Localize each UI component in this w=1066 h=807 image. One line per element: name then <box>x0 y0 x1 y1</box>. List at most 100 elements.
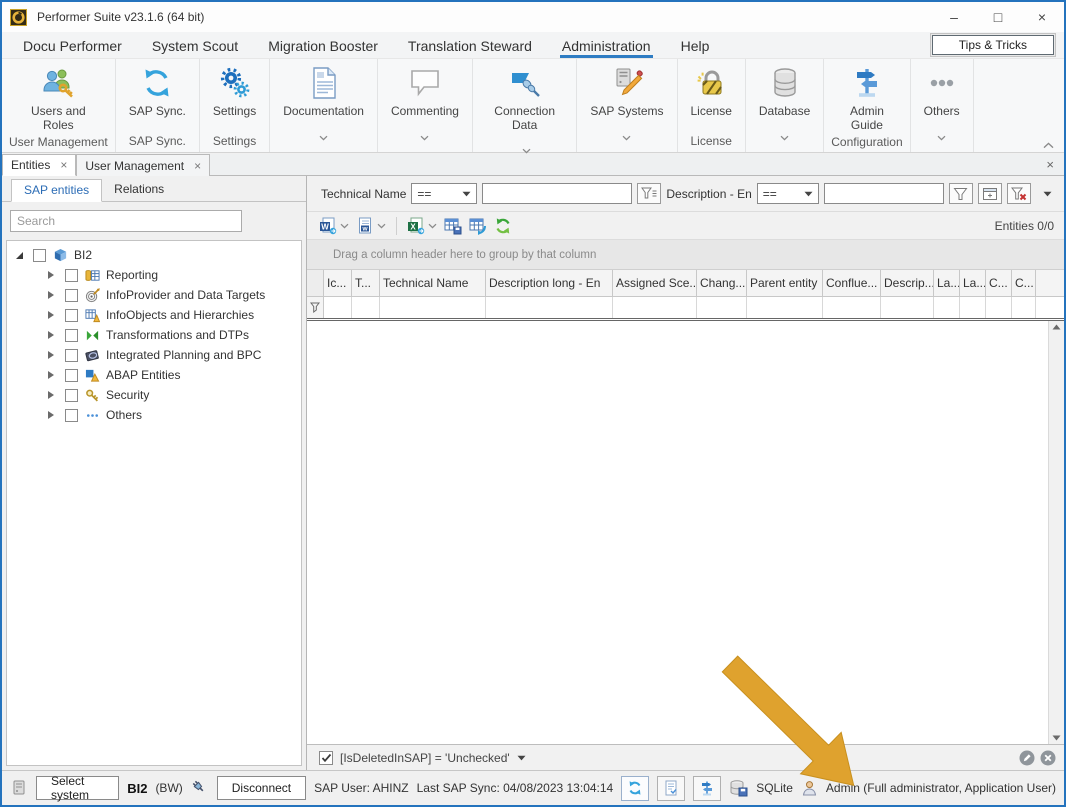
tree-checkbox[interactable] <box>65 289 78 302</box>
column-header-ic[interactable]: Ic... <box>324 270 352 297</box>
menu-tab-translation-steward[interactable]: Translation Steward <box>406 32 534 58</box>
filter-dialog-button[interactable] <box>978 183 1002 204</box>
tree-item-bi2[interactable]: BI2 <box>7 245 301 265</box>
ribbon-button-users-and-roles[interactable]: Users and Roles <box>3 59 114 134</box>
expander-collapsed-icon[interactable] <box>43 370 59 380</box>
user-icon[interactable] <box>801 780 818 797</box>
tree-item-reporting[interactable]: Reporting <box>7 265 301 285</box>
document-tabs-close-icon[interactable]: × <box>1046 157 1054 172</box>
auto-filter-cell[interactable] <box>1012 297 1036 318</box>
tree-item-others[interactable]: Others <box>7 405 301 425</box>
column-header-la[interactable]: La... <box>960 270 986 297</box>
auto-filter-cell[interactable] <box>324 297 352 318</box>
tree-checkbox[interactable] <box>65 309 78 322</box>
column-header-conflue[interactable]: Conflue... <box>823 270 881 297</box>
expander-collapsed-icon[interactable] <box>43 350 59 360</box>
expander-collapsed-icon[interactable] <box>43 310 59 320</box>
ribbon-button-sap-systems[interactable]: SAP Systems <box>578 59 675 157</box>
document-tab-entities[interactable]: Entities× <box>2 154 76 176</box>
tree-checkbox[interactable] <box>65 269 78 282</box>
ribbon-button-database[interactable]: Database <box>747 59 822 157</box>
scroll-down-icon[interactable] <box>1052 735 1061 741</box>
expander-collapsed-icon[interactable] <box>43 270 59 280</box>
column-header-c[interactable]: C... <box>1012 270 1036 297</box>
ribbon-button-commenting[interactable]: Commenting <box>379 59 471 157</box>
column-header-descrip[interactable]: Descrip... <box>881 270 934 297</box>
auto-filter-cell[interactable] <box>697 297 747 318</box>
left-tab-sap-entities[interactable]: SAP entities <box>11 179 102 202</box>
menu-tab-help[interactable]: Help <box>679 32 712 58</box>
tree-item-infoprovider-and-data-targets[interactable]: InfoProvider and Data Targets <box>7 285 301 305</box>
auto-filter-cell[interactable] <box>960 297 986 318</box>
ribbon-collapse-icon[interactable] <box>1043 142 1054 149</box>
refresh-button[interactable] <box>494 217 512 235</box>
tree-item-abap-entities[interactable]: ABAP Entities <box>7 365 301 385</box>
save-layout-button[interactable] <box>444 217 462 235</box>
column-header-la[interactable]: La... <box>934 270 960 297</box>
tab-close-icon[interactable]: × <box>60 158 67 172</box>
ribbon-button-documentation[interactable]: Documentation <box>271 59 376 157</box>
auto-filter-cell[interactable] <box>881 297 934 318</box>
tree-checkbox[interactable] <box>65 369 78 382</box>
restore-layout-button[interactable] <box>469 217 487 235</box>
group-by-panel[interactable]: Drag a column header here to group by th… <box>307 240 1064 270</box>
filter-enabled-checkbox[interactable] <box>319 751 333 765</box>
disconnect-button[interactable]: Disconnect <box>217 776 306 800</box>
ribbon-button-others[interactable]: Others <box>912 59 972 157</box>
ribbon-button-license[interactable]: License <box>679 59 744 133</box>
filter-field2-operator-select[interactable]: == <box>757 183 819 204</box>
column-header-parent-entity[interactable]: Parent entity <box>747 270 823 297</box>
guide-button[interactable] <box>693 776 721 801</box>
filter-bar-chevron-down-icon[interactable] <box>1043 191 1052 197</box>
auto-filter-cell[interactable] <box>352 297 380 318</box>
expander-collapsed-icon[interactable] <box>43 390 59 400</box>
filter-field2-input[interactable] <box>824 183 944 204</box>
scroll-up-icon[interactable] <box>1052 324 1061 330</box>
export-word-button[interactable]: W <box>319 217 349 235</box>
column-header-description-long-en[interactable]: Description long - En <box>486 270 613 297</box>
filter-field1-operator-select[interactable]: == <box>411 183 477 204</box>
auto-filter-cell[interactable] <box>747 297 823 318</box>
tree-item-integrated-planning-and-bpc[interactable]: Integrated Planning and BPC <box>7 345 301 365</box>
tips-and-tricks-button[interactable]: Tips & Tricks <box>932 35 1054 55</box>
column-header-assigned-sce[interactable]: Assigned Sce... <box>613 270 697 297</box>
auto-filter-cell[interactable] <box>486 297 613 318</box>
minimize-button[interactable]: – <box>932 2 976 32</box>
expander-collapsed-icon[interactable] <box>43 410 59 420</box>
auto-filter-cell[interactable] <box>934 297 960 318</box>
vertical-scrollbar[interactable] <box>1048 321 1064 744</box>
tree-item-security[interactable]: Security <box>7 385 301 405</box>
tree-checkbox[interactable] <box>65 409 78 422</box>
apply-filter-button[interactable] <box>949 183 973 204</box>
auto-filter-cell[interactable] <box>823 297 881 318</box>
ribbon-button-settings[interactable]: Settings <box>201 59 268 133</box>
column-header-technical-name[interactable]: Technical Name <box>380 270 486 297</box>
expander-collapsed-icon[interactable] <box>43 330 59 340</box>
tree-checkbox[interactable] <box>65 329 78 342</box>
select-system-button[interactable]: Select system <box>36 776 119 800</box>
sqlite-database-icon[interactable] <box>729 779 748 797</box>
close-filter-icon[interactable] <box>1040 750 1056 766</box>
menu-tab-system-scout[interactable]: System Scout <box>150 32 240 58</box>
search-input[interactable] <box>10 210 242 232</box>
filter-dropdown-chevron-icon[interactable] <box>517 755 526 761</box>
sync-now-button[interactable] <box>621 776 649 801</box>
tree-checkbox[interactable] <box>65 389 78 402</box>
document-tab-user-management[interactable]: User Management× <box>76 154 210 176</box>
tree-checkbox[interactable] <box>33 249 46 262</box>
column-header-chang[interactable]: Chang... <box>697 270 747 297</box>
tree-item-infoobjects-and-hierarchies[interactable]: InfoObjects and Hierarchies <box>7 305 301 325</box>
column-header-t[interactable]: T... <box>352 270 380 297</box>
tree-checkbox[interactable] <box>65 349 78 362</box>
auto-filter-cell[interactable] <box>613 297 697 318</box>
expander-expanded-icon[interactable] <box>11 251 27 260</box>
menu-tab-administration[interactable]: Administration <box>560 32 653 58</box>
clear-filter-button[interactable] <box>1007 183 1031 204</box>
column-header-c[interactable]: C... <box>986 270 1012 297</box>
auto-filter-cell[interactable] <box>380 297 486 318</box>
tab-close-icon[interactable]: × <box>194 159 201 173</box>
ribbon-button-sap-sync[interactable]: SAP Sync. <box>117 59 198 133</box>
expander-collapsed-icon[interactable] <box>43 290 59 300</box>
edit-filter-icon[interactable] <box>1019 750 1035 766</box>
menu-tab-migration-booster[interactable]: Migration Booster <box>266 32 380 58</box>
